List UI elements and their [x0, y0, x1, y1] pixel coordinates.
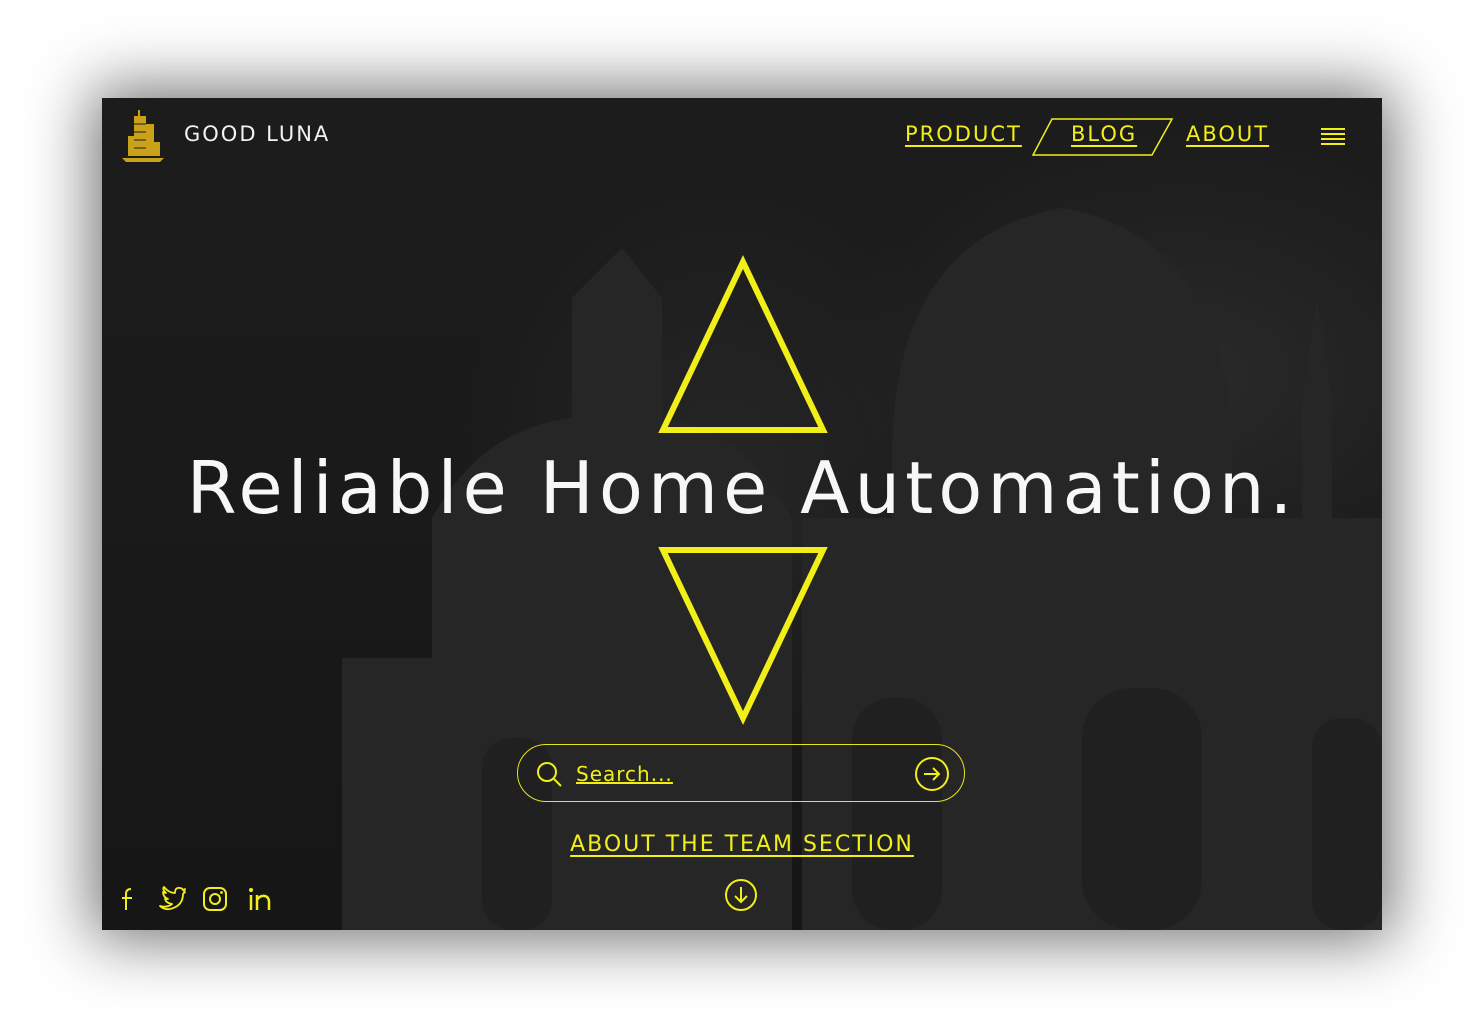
twitter-icon[interactable] [158, 886, 186, 912]
triangle-down-decoration [658, 547, 828, 725]
search-bar [517, 744, 965, 802]
search-icon [537, 762, 562, 787]
nav-blog-link[interactable]: BLOG [1071, 122, 1137, 146]
hero-headline: Reliable Home Automation. [186, 446, 1298, 530]
team-section-link[interactable]: ABOUT THE TEAM SECTION [570, 832, 914, 857]
linkedin-icon[interactable] [247, 886, 273, 912]
hamburger-menu-icon[interactable] [1320, 126, 1346, 146]
brand-name[interactable]: GOOD LUNA [184, 122, 330, 146]
search-input[interactable] [574, 756, 898, 792]
nav-about-link[interactable]: ABOUT [1186, 122, 1269, 146]
team-section-link-wrap: ABOUT THE TEAM SECTION [102, 832, 1382, 857]
hero-frame: GOOD LUNA PRODUCT BLOG ABOUT Reliable Ho… [102, 98, 1382, 930]
arrow-down-circle-icon[interactable] [724, 878, 758, 912]
triangle-up-decoration [658, 255, 828, 433]
arrow-right-circle-icon[interactable] [914, 756, 950, 792]
building-icon[interactable] [120, 108, 166, 162]
site-header: GOOD LUNA PRODUCT BLOG ABOUT [102, 98, 1382, 174]
instagram-icon[interactable] [202, 886, 228, 912]
nav-product-link[interactable]: PRODUCT [905, 122, 1022, 146]
facebook-icon[interactable] [116, 886, 140, 912]
